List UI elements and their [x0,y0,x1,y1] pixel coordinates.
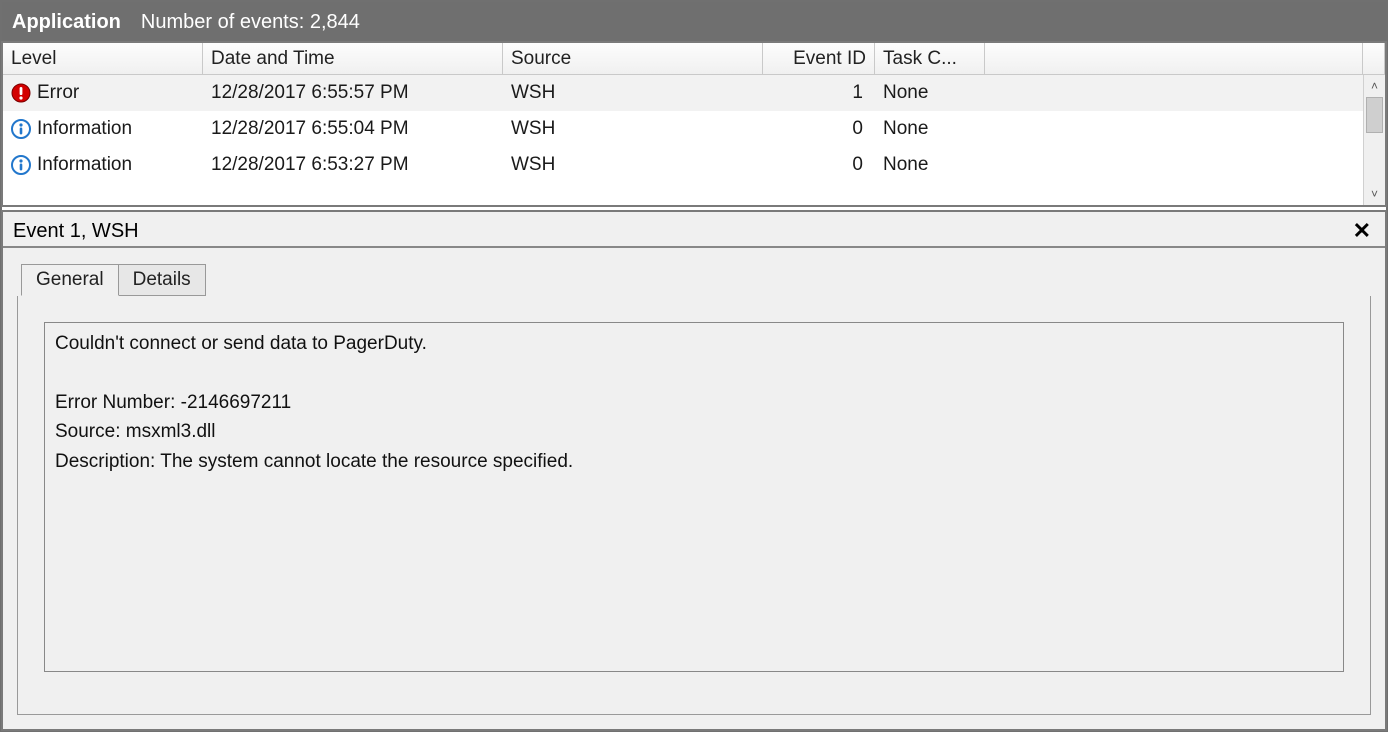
detail-pane: Event 1, WSH ✕ General Details Couldn't … [1,210,1387,731]
log-title: Application [12,11,121,34]
scroll-track[interactable] [1364,97,1385,183]
cell-datetime: 12/28/2017 6:53:27 PM [203,154,503,176]
cell-task: None [875,82,985,104]
column-header-scroll [1363,43,1385,74]
level-text: Error [37,82,79,104]
tab-content: Couldn't connect or send data to PagerDu… [17,295,1371,715]
cell-task: None [875,154,985,176]
vertical-scrollbar[interactable]: ˄ ˅ [1363,75,1385,205]
level-text: Information [37,118,132,140]
column-header-eventid[interactable]: Event ID [763,43,875,74]
titlebar: Application Number of events: 2,844 [2,2,1386,42]
table-row[interactable]: Error 12/28/2017 6:55:57 PM WSH 1 None [3,75,1363,111]
event-message[interactable]: Couldn't connect or send data to PagerDu… [44,322,1344,672]
cell-level: Error [3,82,203,104]
cell-eventid: 0 [763,118,875,140]
cell-level: Information [3,154,203,176]
column-header-datetime[interactable]: Date and Time [203,43,503,74]
event-grid: Level Date and Time Source Event ID Task… [1,41,1387,207]
cell-eventid: 1 [763,82,875,104]
detail-header: Event 1, WSH ✕ [3,212,1385,248]
cell-task: None [875,118,985,140]
table-row[interactable]: Information 12/28/2017 6:55:04 PM WSH 0 … [3,111,1363,147]
tabs: General Details [3,248,1385,296]
close-icon: ✕ [1353,218,1371,243]
column-header-source[interactable]: Source [503,43,763,74]
cell-source: WSH [503,118,763,140]
info-icon [11,155,31,175]
column-header-spacer [985,43,1363,74]
cell-datetime: 12/28/2017 6:55:57 PM [203,82,503,104]
scroll-down-button[interactable]: ˅ [1364,183,1385,205]
level-text: Information [37,154,132,176]
tab-details[interactable]: Details [118,264,206,296]
info-icon [11,119,31,139]
close-button[interactable]: ✕ [1349,218,1375,244]
cell-source: WSH [503,154,763,176]
cell-datetime: 12/28/2017 6:55:04 PM [203,118,503,140]
column-header-task[interactable]: Task C... [875,43,985,74]
cell-level: Information [3,118,203,140]
table-row[interactable]: Information 12/28/2017 6:53:27 PM WSH 0 … [3,147,1363,183]
tab-general[interactable]: General [21,264,119,296]
error-icon [11,83,31,103]
detail-title: Event 1, WSH [13,220,139,243]
grid-header: Level Date and Time Source Event ID Task… [3,43,1385,75]
cell-eventid: 0 [763,154,875,176]
event-count: Number of events: 2,844 [141,11,360,34]
scroll-up-button[interactable]: ˄ [1364,75,1385,97]
cell-source: WSH [503,82,763,104]
column-header-level[interactable]: Level [3,43,203,74]
scroll-thumb[interactable] [1366,97,1383,133]
grid-rows: Error 12/28/2017 6:55:57 PM WSH 1 None I… [3,75,1363,205]
